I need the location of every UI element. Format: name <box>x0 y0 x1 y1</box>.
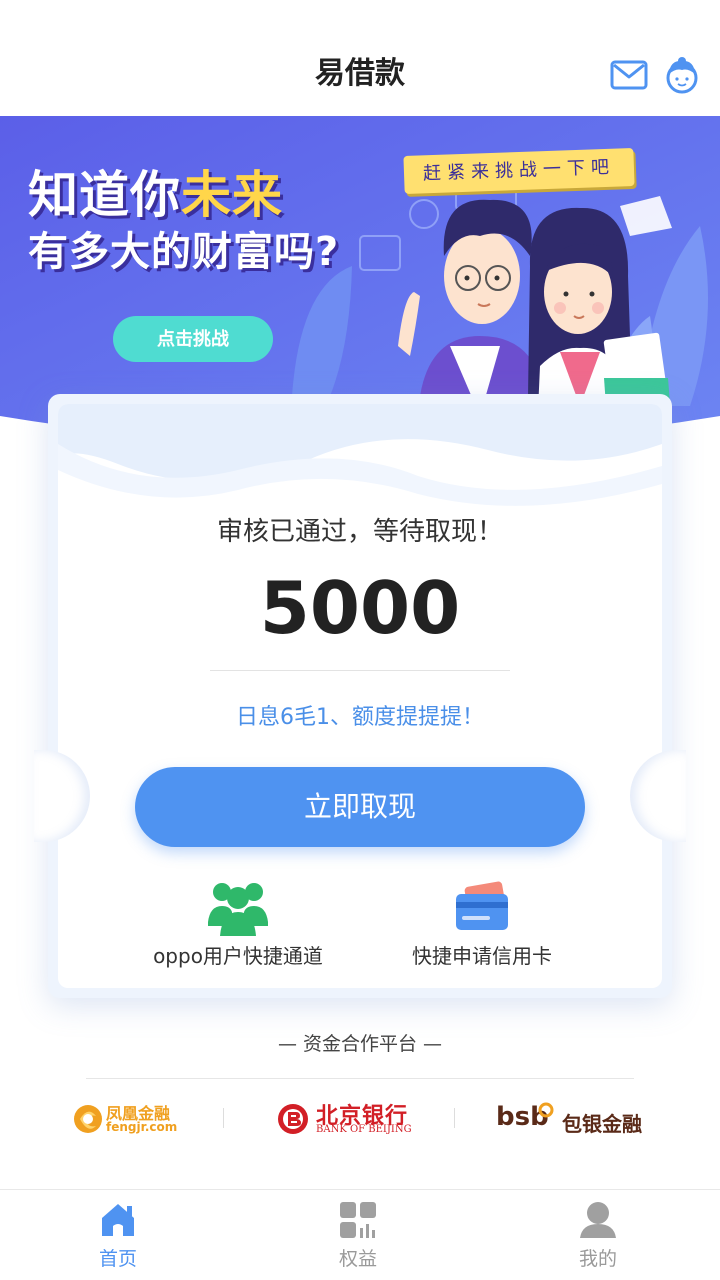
bank-of-beijing-logo-icon <box>278 1104 308 1134</box>
person-icon <box>580 1202 616 1238</box>
partner-bsb-logo: bsb 包银金融 <box>496 1098 656 1142</box>
mail-icon[interactable] <box>610 58 648 92</box>
card-wave-decoration <box>58 404 662 506</box>
nav-label-home: 首页 <box>98 1248 137 1270</box>
bottom-nav: 首页 权益 我的 <box>0 1189 720 1280</box>
loan-amount: 5000 <box>259 566 461 650</box>
grid-icon <box>340 1202 376 1238</box>
nav-tab-rights[interactable]: 权益 <box>298 1200 418 1276</box>
user-avatar-icon[interactable] <box>664 56 700 94</box>
headline-highlight: 未来 <box>181 166 283 224</box>
nav-label-rights: 权益 <box>338 1248 377 1270</box>
rate-note: 日息6毛1、额度提提提！ <box>236 705 484 730</box>
nav-label-mine: 我的 <box>578 1248 617 1270</box>
oppo-fast-channel[interactable]: oppo用户快捷通道 <box>108 878 368 978</box>
partner-fengjr-logo: 凤凰金融 fengjr.com <box>72 1098 182 1142</box>
fengjr-logo-icon <box>74 1105 102 1133</box>
banner-tag: 赶紧来挑战一下吧 <box>403 147 635 195</box>
credit-card-label: 快捷申请信用卡 <box>412 944 552 968</box>
banner-headline: 知道你未来 有多大的财富吗? <box>28 164 339 278</box>
bsb-logo-dot <box>538 1102 554 1118</box>
challenge-button[interactable]: 点击挑战 <box>113 316 273 362</box>
bsb-chinese-name: 包银金融 <box>562 1112 642 1136</box>
partners-title: — 资金合作平台 — <box>277 1033 443 1055</box>
partner-bank-of-beijing-logo: 北京银行 BANK OF BEIJING <box>276 1098 416 1142</box>
home-icon <box>102 1204 134 1236</box>
credit-card-apply[interactable]: 快捷申请信用卡 <box>352 878 612 978</box>
bank-of-beijing-english: BANK OF BEIJING <box>316 1124 412 1135</box>
nav-tab-home[interactable]: 首页 <box>58 1200 178 1276</box>
withdraw-button[interactable]: 立即取现 <box>135 767 585 847</box>
headline-part-a: 知道你 <box>28 166 181 224</box>
approval-status: 审核已通过，等待取现！ <box>216 517 503 547</box>
fengjr-domain: fengjr.com <box>106 1120 178 1134</box>
nav-tab-mine[interactable]: 我的 <box>538 1200 658 1276</box>
partners-divider <box>86 1078 634 1079</box>
top-header: 易借款 <box>0 0 720 116</box>
partner-separator <box>223 1108 224 1128</box>
partner-separator <box>454 1108 455 1128</box>
credit-card-icon <box>456 881 508 930</box>
oppo-channel-label: oppo用户快捷通道 <box>153 944 323 968</box>
amount-divider <box>210 670 510 671</box>
users-group-icon <box>208 883 268 936</box>
headline-line2: 有多大的财富吗? <box>28 229 340 275</box>
